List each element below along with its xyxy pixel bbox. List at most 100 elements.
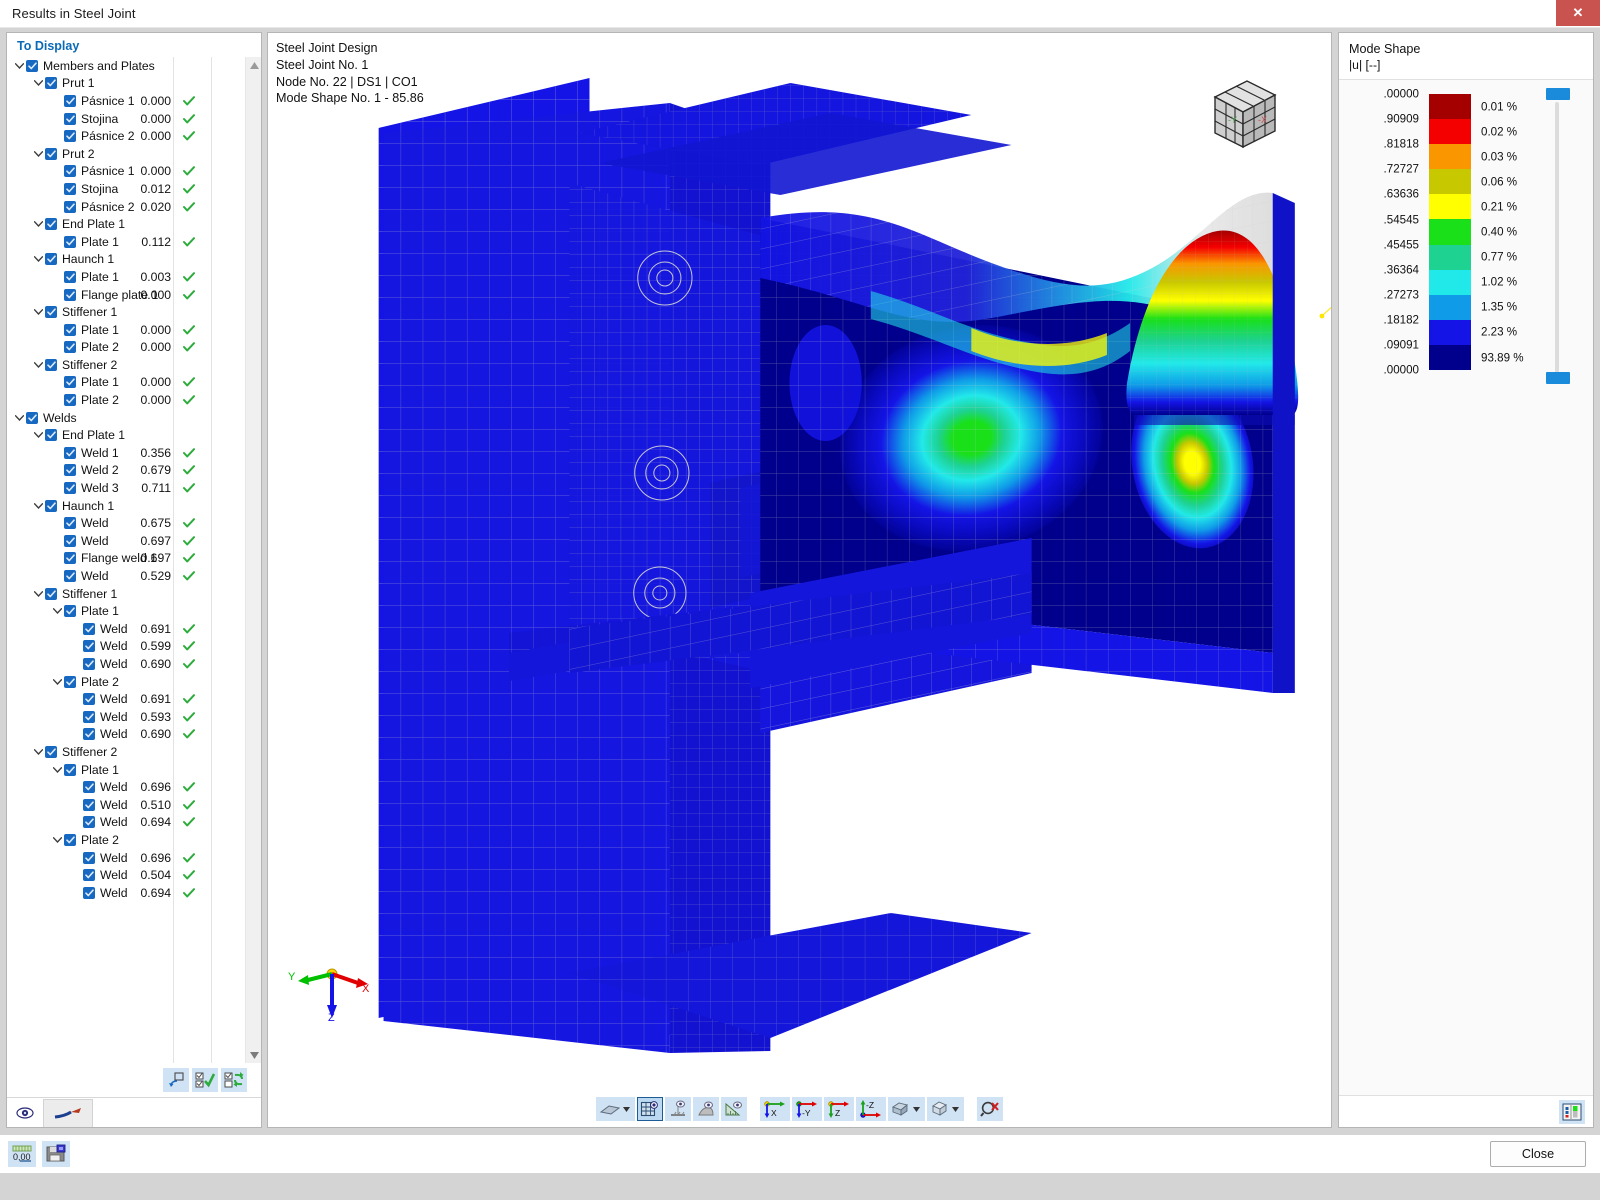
deformation-tab[interactable]: [43, 1098, 93, 1127]
tree-row[interactable]: Weld 0.694: [7, 814, 245, 832]
tree-checkbox[interactable]: [83, 640, 95, 653]
tree-checkbox[interactable]: [83, 816, 95, 829]
tree-row[interactable]: End Plate 1: [7, 215, 245, 233]
tree-checkbox[interactable]: [64, 763, 76, 776]
tree-row[interactable]: End Plate 1: [7, 426, 245, 444]
chevron-down-icon[interactable]: [32, 499, 45, 512]
chevron-down-icon[interactable]: [32, 587, 45, 600]
legend-range-slider[interactable]: [1543, 88, 1573, 386]
tree-checkbox[interactable]: [83, 798, 95, 811]
tree-row[interactable]: Weld 0.696: [7, 778, 245, 796]
tree-checkbox[interactable]: [45, 218, 57, 231]
tree-row[interactable]: Flange plate 1 0.000: [7, 286, 245, 304]
tree-row[interactable]: Pásnice 2 0.020: [7, 198, 245, 216]
tree-checkbox[interactable]: [64, 130, 76, 143]
chevron-down-icon[interactable]: [13, 59, 26, 72]
tree-checkbox[interactable]: [83, 728, 95, 741]
chevron-down-icon[interactable]: [950, 1106, 961, 1112]
tree-checkbox[interactable]: [83, 693, 95, 706]
chevron-down-icon[interactable]: [32, 306, 45, 319]
tree-checkbox[interactable]: [64, 323, 76, 336]
tree-row[interactable]: Plate 2 0.000: [7, 339, 245, 357]
chevron-down-icon[interactable]: [911, 1106, 922, 1112]
steel-joint-model[interactable]: 1.00000: [268, 33, 1331, 1127]
tree-checkbox[interactable]: [83, 710, 95, 723]
tree-checkbox[interactable]: [64, 94, 76, 107]
tree-checkbox[interactable]: [64, 376, 76, 389]
tree-row[interactable]: Weld 0.690: [7, 726, 245, 744]
tree-row[interactable]: Pásnice 1 0.000: [7, 163, 245, 181]
scroll-up-icon[interactable]: [246, 57, 261, 73]
chevron-down-icon[interactable]: [32, 253, 45, 266]
navigation-cube-icon[interactable]: -Y -X: [1203, 75, 1281, 160]
tree-row[interactable]: Weld 1 0.356: [7, 444, 245, 462]
tree-checkbox[interactable]: [64, 112, 76, 125]
tree-row[interactable]: Plate 1: [7, 761, 245, 779]
3d-viewport[interactable]: Steel Joint Design Steel Joint No. 1 Nod…: [267, 32, 1332, 1128]
tree-row[interactable]: Haunch 1: [7, 497, 245, 515]
view-in-x-button[interactable]: X: [760, 1097, 790, 1121]
visibility-eye-icon[interactable]: [15, 1103, 35, 1123]
invert-selection-button[interactable]: [221, 1068, 247, 1092]
tree-row[interactable]: Stiffener 2: [7, 743, 245, 761]
tree-row[interactable]: Weld 0.694: [7, 884, 245, 902]
tree-checkbox[interactable]: [45, 499, 57, 512]
tree-row[interactable]: Stiffener 2: [7, 356, 245, 374]
tree-row[interactable]: Prut 1: [7, 75, 245, 93]
tree-row[interactable]: Weld 0.691: [7, 620, 245, 638]
tree-row[interactable]: Stojina 0.012: [7, 180, 245, 198]
tree-row[interactable]: Weld 0.599: [7, 638, 245, 656]
chevron-down-icon[interactable]: [51, 675, 64, 688]
view-in-negz-button[interactable]: -Z: [856, 1097, 886, 1121]
tree-row[interactable]: Weld 2 0.679: [7, 462, 245, 480]
chevron-down-icon[interactable]: [51, 833, 64, 846]
show-supports-button[interactable]: [665, 1097, 691, 1121]
tree-row[interactable]: Weld 0.691: [7, 690, 245, 708]
tree-checkbox[interactable]: [64, 833, 76, 846]
window-close-icon[interactable]: ✕: [1556, 0, 1600, 26]
tree-row[interactable]: Weld 0.697: [7, 532, 245, 550]
tree-checkbox[interactable]: [45, 745, 57, 758]
tree-row[interactable]: Plate 2: [7, 673, 245, 691]
tree-checkbox[interactable]: [26, 411, 38, 424]
render-mode-button[interactable]: [596, 1097, 635, 1121]
tree-row[interactable]: Flange weld 1 0.697: [7, 550, 245, 568]
tree-checkbox[interactable]: [64, 675, 76, 688]
tree-row[interactable]: Stiffener 1: [7, 303, 245, 321]
tree-row[interactable]: Weld 0.529: [7, 567, 245, 585]
tree-checkbox[interactable]: [64, 534, 76, 547]
tree-row[interactable]: Weld 0.504: [7, 866, 245, 884]
show-loads-button[interactable]: [693, 1097, 719, 1121]
tree-row[interactable]: Weld 0.675: [7, 514, 245, 532]
check-all-button[interactable]: [192, 1068, 218, 1092]
tree-row[interactable]: Weld 3 0.711: [7, 479, 245, 497]
tree-row[interactable]: Plate 2: [7, 831, 245, 849]
tree-row[interactable]: Haunch 1: [7, 251, 245, 269]
view-in-z-button[interactable]: Z: [824, 1097, 854, 1121]
reset-selection-button[interactable]: [163, 1068, 189, 1092]
tree-row[interactable]: Stiffener 1: [7, 585, 245, 603]
tree-checkbox[interactable]: [45, 77, 57, 90]
tree-row[interactable]: Weld 0.593: [7, 708, 245, 726]
tree-checkbox[interactable]: [83, 851, 95, 864]
chevron-down-icon[interactable]: [51, 605, 64, 618]
tree-checkbox[interactable]: [83, 622, 95, 635]
tree-checkbox[interactable]: [83, 657, 95, 670]
tree-row[interactable]: Prut 2: [7, 145, 245, 163]
chevron-down-icon[interactable]: [32, 147, 45, 160]
tree-row[interactable]: Welds: [7, 409, 245, 427]
legend-range-min-handle[interactable]: [1546, 372, 1570, 385]
tree-checkbox[interactable]: [45, 306, 57, 319]
tree-checkbox[interactable]: [45, 429, 57, 442]
tree-checkbox[interactable]: [64, 341, 76, 354]
tree-checkbox[interactable]: [64, 288, 76, 301]
show-mesh-button[interactable]: [637, 1097, 663, 1121]
show-dimensions-button[interactable]: [721, 1097, 747, 1121]
close-button[interactable]: Close: [1490, 1141, 1586, 1167]
tree-checkbox[interactable]: [64, 482, 76, 495]
tree-checkbox[interactable]: [64, 552, 76, 565]
chevron-down-icon[interactable]: [51, 763, 64, 776]
results-tree[interactable]: Members and Plates Prut 1 Pásnice 1 0.000 St…: [7, 57, 245, 1063]
tree-checkbox[interactable]: [83, 781, 95, 794]
tree-row[interactable]: Members and Plates: [7, 57, 245, 75]
